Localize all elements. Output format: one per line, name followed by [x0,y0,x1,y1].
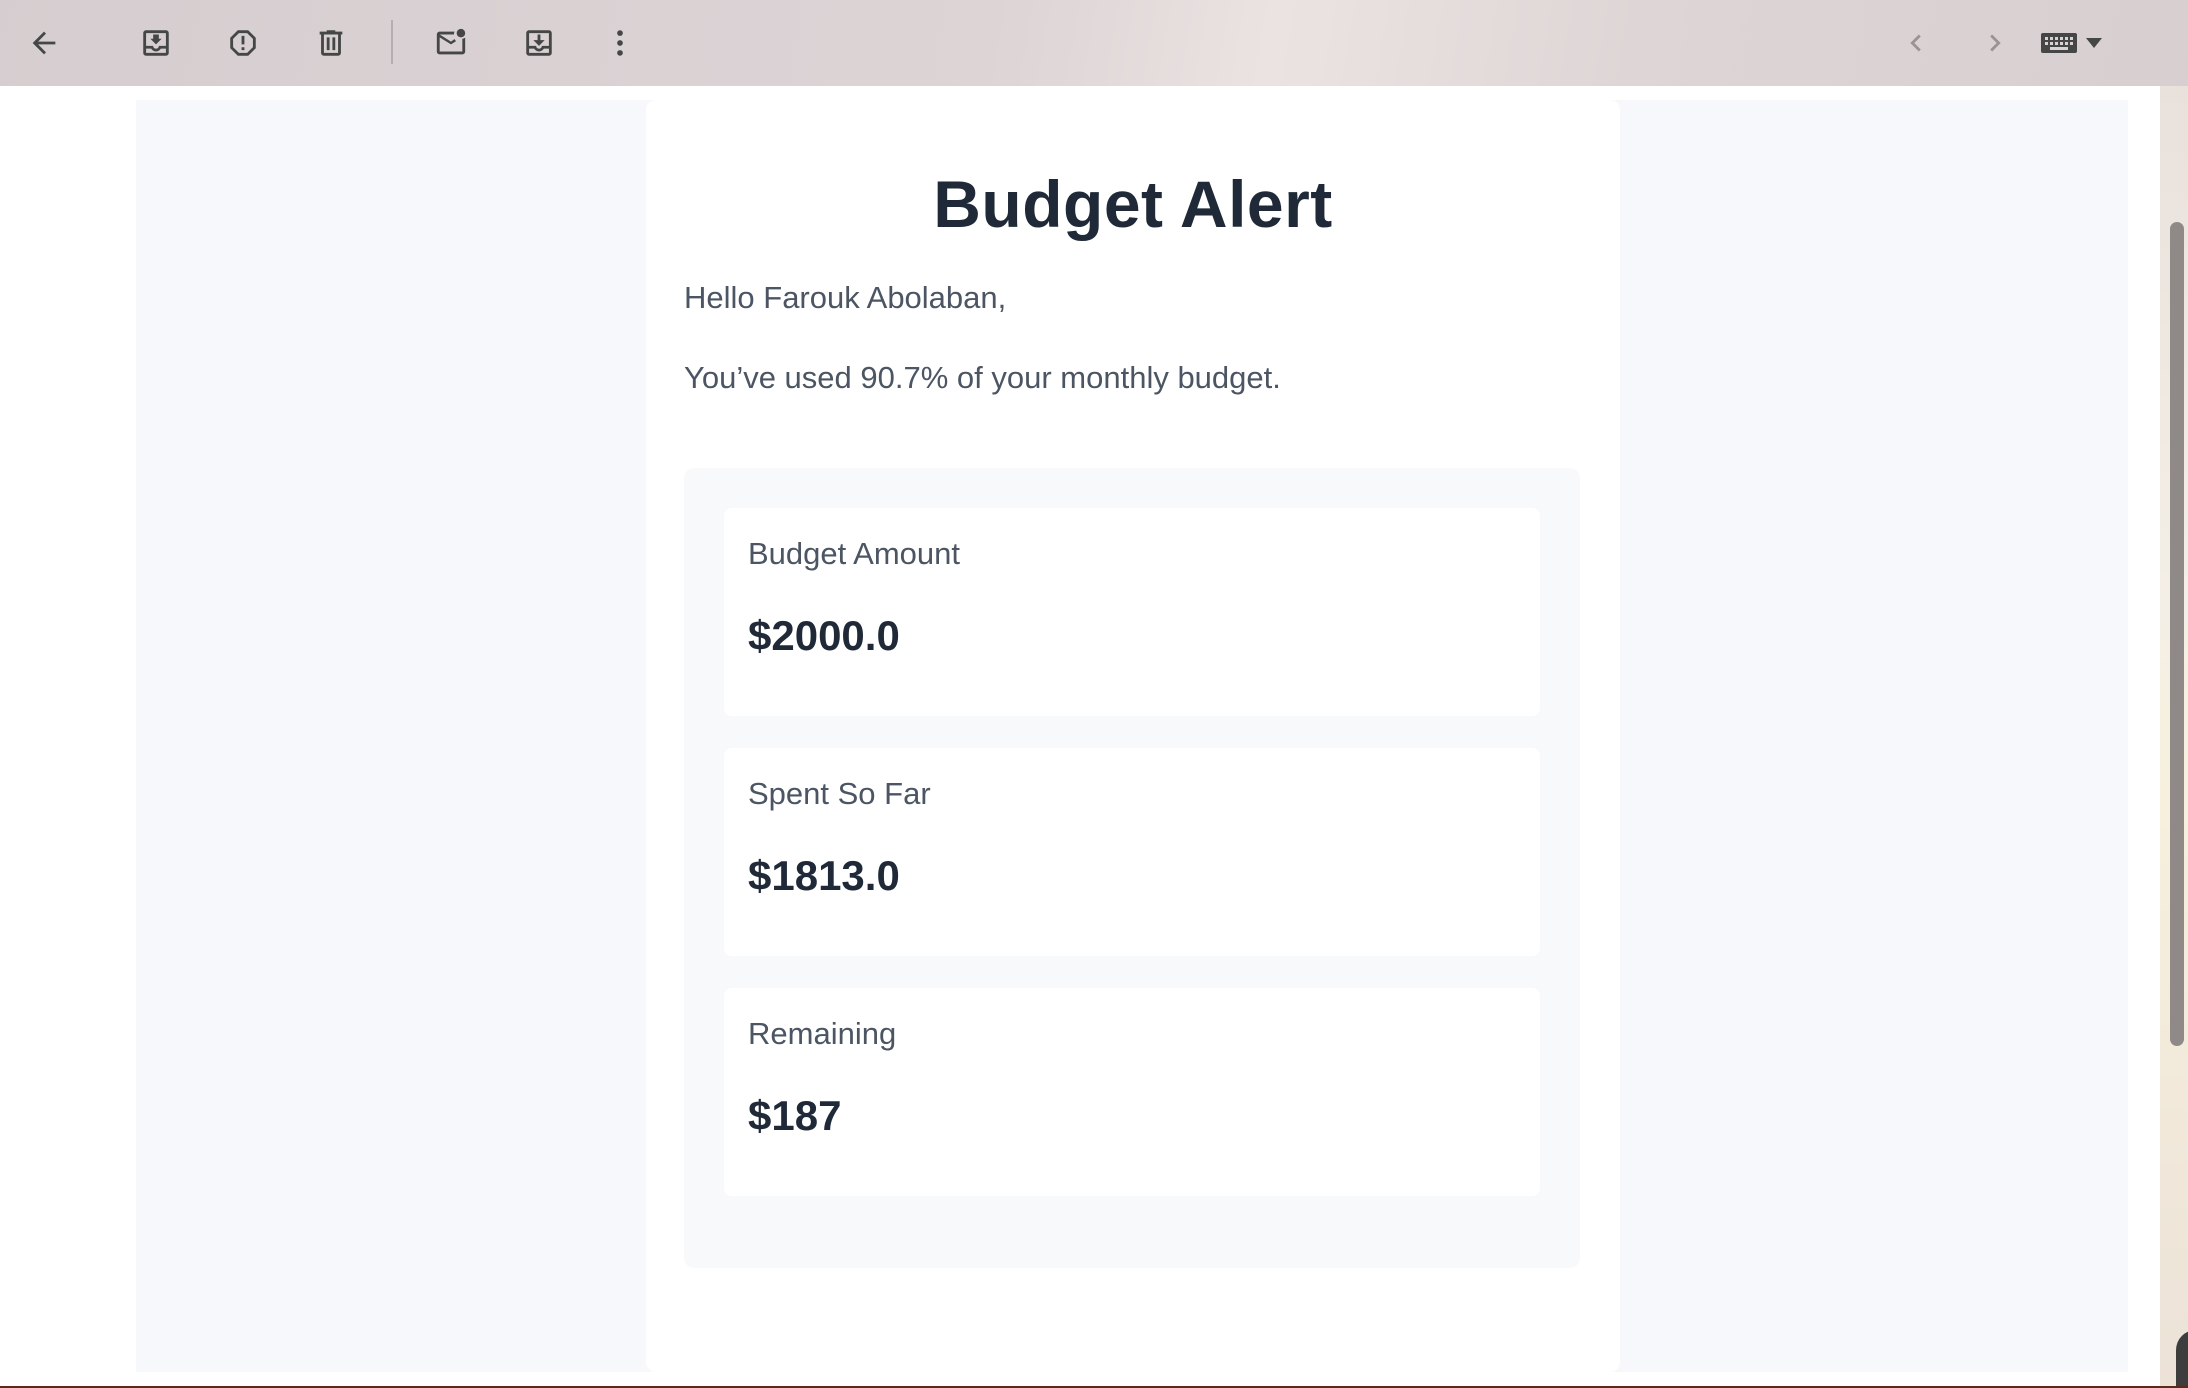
caret-down-icon [2086,38,2102,48]
older-chevron-right-icon [1990,34,2001,52]
budget-usage-message: You’ve used 90.7% of your monthly budget… [684,360,1281,395]
mark-unread-icon [436,28,466,55]
email-body-frame: Budget Alert Hello Farouk Abolaban, You’… [0,86,2160,1386]
scrollbar-thumb[interactable] [2170,222,2184,1046]
delete-button[interactable] [301,13,361,73]
back-button[interactable] [14,13,74,73]
mark-unread-button[interactable] [421,13,481,73]
budget-summary-panel: Budget Amount $2000.0 Spent So Far $1813… [684,468,1580,1268]
move-to-button[interactable] [509,13,569,73]
email-title: Budget Alert [933,167,1333,241]
greeting-text: Hello Farouk Abolaban, [684,280,1007,315]
report-spam-button[interactable] [213,13,273,73]
mail-toolbar [0,0,2188,86]
report-spam-icon [230,30,256,56]
delete-icon [319,30,343,56]
back-arrow-icon [32,31,56,55]
stat-label: Spent So Far [748,776,931,811]
keyboard-icon [2041,33,2077,53]
archive-icon [143,30,169,56]
stat-card-budget-amount: Budget Amount $2000.0 [724,508,1540,716]
stat-value: $1813.0 [748,852,900,899]
stat-label: Budget Amount [748,536,960,571]
stat-card-remaining: Remaining $187 [724,988,1540,1196]
more-options-icon [617,30,623,56]
move-to-icon [526,30,552,56]
archive-button[interactable] [126,13,186,73]
stat-label: Remaining [748,1016,897,1051]
toolbar-divider [391,20,393,64]
older-button[interactable] [1965,13,2025,73]
stat-card-spent-so-far: Spent So Far $1813.0 [724,748,1540,956]
newer-chevron-left-icon [1910,34,1921,52]
stat-value: $2000.0 [748,612,900,659]
email-card: Budget Alert Hello Farouk Abolaban, You’… [646,100,1620,1372]
input-tools-button[interactable] [2040,18,2120,68]
newer-button[interactable] [1886,13,1946,73]
more-options-button[interactable] [590,13,650,73]
stat-value: $187 [748,1092,842,1139]
